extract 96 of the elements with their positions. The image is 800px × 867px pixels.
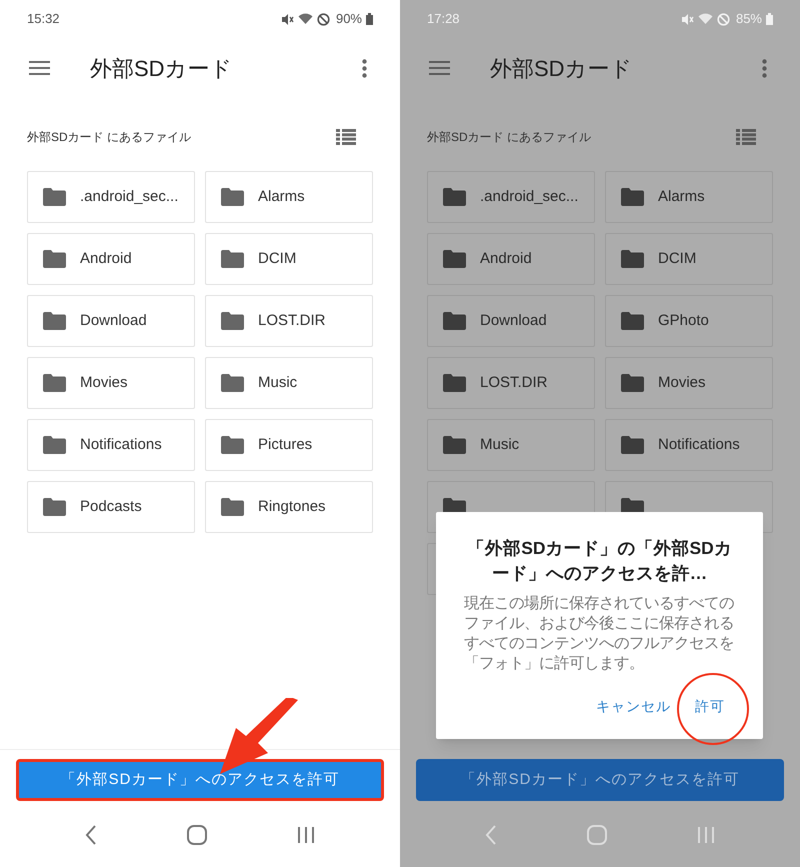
wifi-icon bbox=[698, 13, 713, 25]
dialog-message: 現在この場所に保存されているすべてのファイル、および今後ここに保存されるすべてのコンテンツへのフルアクセスを「フォト」に許可します。 bbox=[464, 594, 735, 674]
mute-icon bbox=[680, 12, 694, 26]
folder-tile[interactable]: GPhoto bbox=[605, 295, 773, 347]
folder-name: Notifications bbox=[80, 434, 162, 455]
folder-icon bbox=[221, 436, 244, 454]
folder-tile[interactable]: .android_sec... bbox=[427, 171, 595, 223]
folder-icon bbox=[621, 374, 644, 392]
mute-icon bbox=[280, 12, 294, 26]
status-time: 17:28 bbox=[427, 10, 460, 28]
battery-icon bbox=[366, 13, 373, 25]
folder-name: LOST.DIR bbox=[480, 372, 548, 393]
folder-tile[interactable]: Music bbox=[205, 357, 373, 409]
battery-percent: 85% bbox=[736, 10, 762, 28]
folder-tile[interactable]: Ringtones bbox=[205, 481, 373, 533]
screen-title: 外部SDカード bbox=[90, 54, 234, 82]
location-subtitle: 外部SDカード にあるファイル bbox=[27, 129, 192, 146]
folder-tile[interactable]: LOST.DIR bbox=[205, 295, 373, 347]
folder-tile[interactable]: Notifications bbox=[27, 419, 195, 471]
folder-name: Notifications bbox=[658, 434, 740, 455]
folder-tile[interactable]: Android bbox=[27, 233, 195, 285]
more-options-icon[interactable] bbox=[762, 58, 767, 78]
list-view-icon[interactable] bbox=[736, 129, 756, 145]
folder-name: Android bbox=[80, 248, 132, 269]
more-options-icon[interactable] bbox=[362, 58, 367, 78]
folder-name: LOST.DIR bbox=[258, 310, 326, 331]
folder-tile[interactable]: .android_sec... bbox=[27, 171, 195, 223]
folder-icon bbox=[221, 374, 244, 392]
menu-icon[interactable] bbox=[29, 61, 50, 75]
folder-name: Alarms bbox=[258, 186, 305, 207]
folder-tile[interactable]: Alarms bbox=[205, 171, 373, 223]
folder-name: Download bbox=[480, 310, 547, 331]
folder-tile[interactable]: Android bbox=[427, 233, 595, 285]
folder-name: DCIM bbox=[258, 248, 296, 269]
folder-icon bbox=[443, 250, 466, 268]
folder-name: Pictures bbox=[258, 434, 312, 455]
folder-tile[interactable]: Pictures bbox=[205, 419, 373, 471]
folder-tile[interactable]: Movies bbox=[27, 357, 195, 409]
folder-icon bbox=[43, 250, 66, 268]
battery-icon bbox=[766, 13, 773, 25]
menu-icon[interactable] bbox=[429, 61, 450, 75]
folder-icon bbox=[443, 436, 466, 454]
folder-name: .android_sec... bbox=[480, 186, 578, 207]
folder-name: GPhoto bbox=[658, 310, 709, 331]
folder-tile[interactable]: Download bbox=[27, 295, 195, 347]
location-subtitle: 外部SDカード にあるファイル bbox=[427, 129, 592, 146]
folder-tile[interactable]: Podcasts bbox=[27, 481, 195, 533]
list-view-icon[interactable] bbox=[336, 129, 356, 145]
battery-percent: 90% bbox=[336, 10, 362, 28]
folder-icon bbox=[621, 436, 644, 454]
folder-name: Music bbox=[480, 434, 520, 455]
back-icon[interactable] bbox=[85, 824, 97, 844]
folder-name: DCIM bbox=[658, 248, 696, 269]
screen-title: 外部SDカード bbox=[490, 54, 634, 82]
folder-tile[interactable]: Notifications bbox=[605, 419, 773, 471]
folder-name: Android bbox=[480, 248, 532, 269]
folder-icon bbox=[43, 312, 66, 330]
folder-tile[interactable]: Movies bbox=[605, 357, 773, 409]
folder-tile[interactable]: Music bbox=[427, 419, 595, 471]
folder-icon bbox=[43, 436, 66, 454]
folder-icon bbox=[443, 374, 466, 392]
folder-name: Movies bbox=[80, 372, 128, 393]
folder-name: .android_sec... bbox=[80, 186, 178, 207]
folder-name: Podcasts bbox=[80, 496, 142, 517]
recent-apps-icon[interactable] bbox=[297, 826, 315, 844]
folder-name: Download bbox=[80, 310, 147, 331]
folder-name: Alarms bbox=[658, 186, 705, 207]
folder-icon bbox=[443, 312, 466, 330]
wifi-icon bbox=[298, 13, 313, 25]
folder-name: Movies bbox=[658, 372, 706, 393]
folder-icon bbox=[221, 188, 244, 206]
folder-icon bbox=[621, 188, 644, 206]
folder-icon bbox=[221, 498, 244, 516]
folder-icon bbox=[43, 374, 66, 392]
allow-access-button[interactable]: 「外部SDカード」へのアクセスを許可 bbox=[16, 759, 384, 801]
dialog-button[interactable]: キャンセル bbox=[586, 692, 681, 721]
folder-icon bbox=[43, 498, 66, 516]
folder-icon bbox=[221, 312, 244, 330]
allow-access-button[interactable]: 「外部SDカード」へのアクセスを許可 bbox=[416, 759, 784, 801]
folder-name: Music bbox=[258, 372, 298, 393]
do-not-disturb-icon bbox=[716, 12, 730, 26]
folder-tile[interactable]: Alarms bbox=[605, 171, 773, 223]
folder-icon bbox=[621, 312, 644, 330]
dialog-title: 「外部SDカード」の「外部SDカード」へのアクセスを許… bbox=[466, 537, 733, 585]
folder-icon bbox=[621, 250, 644, 268]
folder-tile[interactable]: LOST.DIR bbox=[427, 357, 595, 409]
do-not-disturb-icon bbox=[316, 12, 330, 26]
folder-tile[interactable]: DCIM bbox=[205, 233, 373, 285]
folder-name: Ringtones bbox=[258, 496, 326, 517]
status-time: 15:32 bbox=[27, 10, 60, 28]
home-icon[interactable] bbox=[187, 824, 207, 844]
folder-tile[interactable]: Download bbox=[427, 295, 595, 347]
folder-tile[interactable]: DCIM bbox=[605, 233, 773, 285]
folder-icon bbox=[443, 188, 466, 206]
folder-icon bbox=[221, 250, 244, 268]
folder-icon bbox=[43, 188, 66, 206]
